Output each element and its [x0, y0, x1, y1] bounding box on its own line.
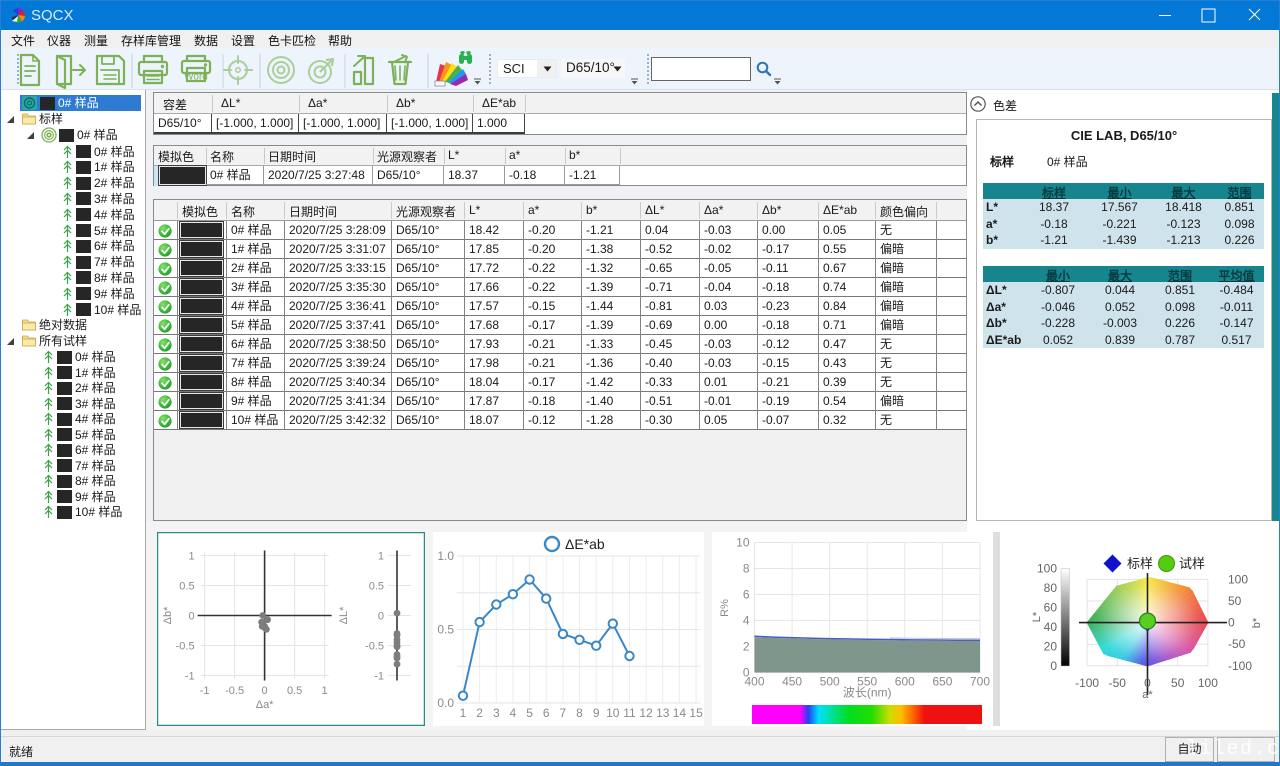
- svg-text:3: 3: [493, 706, 500, 720]
- svg-text:1: 1: [460, 706, 467, 720]
- svg-text:R%: R%: [719, 599, 731, 617]
- svg-text:0: 0: [1144, 676, 1151, 690]
- svg-text:1.0: 1.0: [437, 549, 454, 563]
- svg-text:-1: -1: [185, 671, 195, 683]
- svg-text:标样: 标样: [1127, 556, 1153, 571]
- svg-text:0.0: 0.0: [437, 696, 454, 710]
- svg-text:5: 5: [526, 706, 533, 720]
- svg-text:100: 100: [1228, 572, 1248, 586]
- svg-text:9: 9: [593, 706, 600, 720]
- svg-text:14: 14: [673, 706, 687, 720]
- svg-text:0.5: 0.5: [287, 685, 302, 697]
- svg-text:20: 20: [1044, 640, 1058, 654]
- svg-text:Δb*: Δb*: [162, 606, 174, 624]
- svg-text:0.5: 0.5: [369, 581, 384, 593]
- svg-text:100: 100: [1198, 676, 1218, 690]
- svg-text:-1: -1: [200, 685, 210, 697]
- svg-text:650: 650: [932, 675, 952, 689]
- svg-text:60: 60: [1044, 601, 1058, 615]
- svg-text:450: 450: [782, 675, 802, 689]
- svg-text:100: 100: [1037, 562, 1057, 576]
- svg-text:2: 2: [476, 706, 483, 720]
- svg-text:1: 1: [188, 551, 194, 563]
- svg-text:-0.5: -0.5: [225, 685, 244, 697]
- svg-text:0.5: 0.5: [437, 623, 454, 637]
- svg-text:-0.5: -0.5: [365, 641, 384, 653]
- svg-text:ΔE*ab: ΔE*ab: [565, 536, 605, 552]
- svg-text:500: 500: [820, 675, 840, 689]
- svg-text:400: 400: [744, 675, 764, 689]
- svg-text:4: 4: [510, 706, 517, 720]
- svg-text:0: 0: [378, 611, 384, 623]
- svg-text:8: 8: [576, 706, 583, 720]
- svg-text:-100: -100: [1228, 659, 1252, 673]
- svg-text:2: 2: [743, 640, 750, 654]
- svg-text:4: 4: [743, 614, 750, 628]
- svg-text:Δa*: Δa*: [256, 699, 274, 711]
- svg-text:1: 1: [322, 685, 328, 697]
- svg-text:ΔL*: ΔL*: [338, 606, 350, 624]
- svg-text:L*: L*: [1031, 611, 1043, 622]
- svg-text:试样: 试样: [1179, 556, 1205, 571]
- svg-text:0.5: 0.5: [179, 581, 194, 593]
- svg-text:Word: Word: [184, 72, 208, 83]
- svg-text:a*: a*: [1142, 689, 1153, 701]
- svg-text:0: 0: [188, 611, 194, 623]
- svg-text:0: 0: [1050, 659, 1057, 673]
- svg-text:40: 40: [1044, 620, 1058, 634]
- svg-text:50: 50: [1228, 594, 1242, 608]
- svg-text:波长(nm): 波长(nm): [843, 686, 892, 700]
- svg-text:13: 13: [656, 706, 670, 720]
- svg-text:-50: -50: [1228, 637, 1246, 651]
- svg-text:700: 700: [970, 675, 990, 689]
- svg-text:8: 8: [743, 562, 750, 576]
- svg-text:-50: -50: [1109, 676, 1127, 690]
- svg-text:80: 80: [1044, 581, 1058, 595]
- svg-text:10: 10: [606, 706, 620, 720]
- svg-text:1: 1: [378, 551, 384, 563]
- svg-text:7: 7: [560, 706, 567, 720]
- svg-text:0: 0: [1228, 616, 1235, 630]
- svg-text:-0.5: -0.5: [176, 641, 195, 653]
- svg-text:600: 600: [895, 675, 915, 689]
- svg-text:10: 10: [736, 536, 750, 550]
- svg-text:15: 15: [689, 706, 703, 720]
- svg-text:12: 12: [639, 706, 653, 720]
- svg-text:b*: b*: [1251, 617, 1263, 628]
- svg-text:-100: -100: [1075, 676, 1099, 690]
- svg-text:50: 50: [1171, 676, 1185, 690]
- svg-text:6: 6: [743, 588, 750, 602]
- svg-text:6: 6: [543, 706, 550, 720]
- svg-text:0: 0: [262, 685, 268, 697]
- svg-text:-1: -1: [374, 671, 384, 683]
- svg-text:11: 11: [623, 706, 636, 720]
